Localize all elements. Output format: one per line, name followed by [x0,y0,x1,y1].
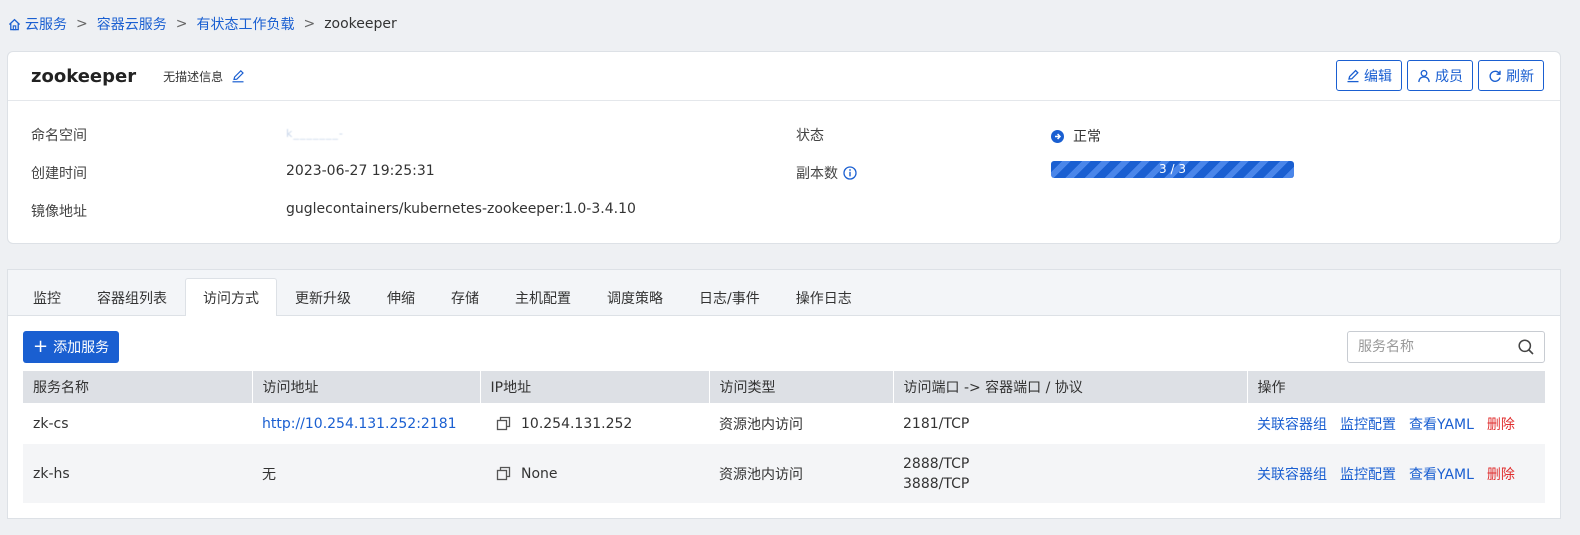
access-type: 资源池内访问 [709,403,893,444]
service-table: 服务名称 访问地址 IP地址 访问类型 访问端口 -> 容器端口 / 协议 操作 zk-c… [23,371,1546,503]
members-button[interactable]: 成员 [1407,60,1473,91]
ip-cell: 10.254.131.252 [480,403,709,444]
replicas-label-text: 副本数 [796,166,838,182]
service-address: 无 [262,466,276,483]
edit-button[interactable]: 编辑 [1336,60,1402,91]
breadcrumb-separator: > [76,16,88,32]
ip-address: None [521,465,558,482]
monitor-config-link[interactable]: 监控配置 [1340,417,1396,433]
service-name: zk-cs [23,403,252,444]
replicas-progress-text: 3 / 3 [1159,162,1186,176]
port-mapping: 2181/TCP [903,415,970,432]
replicas-label: 副本数 [796,163,857,183]
monitor-config-link[interactable]: 监控配置 [1340,467,1396,483]
detail-tab-panel: 监控 容器组列表 访问方式 更新升级 伸缩 存储 主机配置 调度策略 日志/事件 操作日志 + 添… [7,269,1561,519]
breadcrumb-link-stateful-workloads[interactable]: 有状态工作负载 [196,14,294,34]
workload-info-card: zookeeper 无描述信息 编辑 成员 刷新 命名空间 k_______- … [7,51,1561,244]
tab-8[interactable]: 日志/事件 [681,279,778,316]
status-label: 状态 [796,128,824,144]
status-text: 正常 [1073,129,1101,145]
service-address-cell: http://10.254.131.252:2181 [252,403,480,444]
table-row: zk-hs 无 None 资源池内访问 2888/TCP 3888/TCP 关联容器组 监控配… [23,444,1545,503]
column-header: 访问端口 -> 容器端口 / 协议 [893,371,1248,403]
status-value: 正常 [1051,126,1101,146]
delete-link[interactable]: 删除 [1487,467,1515,483]
column-header: 操作 [1247,371,1546,403]
tab-1[interactable]: 容器组列表 [79,279,185,316]
table-row: zk-cs http://10.254.131.252:2181 10.254.13… [23,403,1545,444]
created-time-value: 2023-06-27 19:25:31 [286,163,435,179]
edit-button-label: 编辑 [1364,68,1392,85]
table-header-row: 服务名称 访问地址 IP地址 访问类型 访问端口 -> 容器端口 / 协议 操作 [23,371,1546,403]
service-name: zk-hs [23,444,252,503]
port-cell: 2888/TCP 3888/TCP [893,444,1247,503]
home-icon[interactable] [8,18,21,31]
edit-description-icon[interactable] [231,69,245,83]
view-yaml-link[interactable]: 查看YAML [1409,467,1474,483]
copy-icon[interactable] [496,466,511,481]
replicas-progress-bar: 3 / 3 [1051,161,1294,178]
workload-name: zookeeper [31,65,137,87]
refresh-icon [1489,70,1501,82]
tab-5[interactable]: 存储 [433,279,497,316]
header-actions: 编辑 成员 刷新 [1336,60,1544,91]
breadcrumb-link-cloud-services[interactable]: 云服务 [25,14,67,34]
tab-3[interactable]: 更新升级 [277,279,369,316]
add-service-button[interactable]: + 添加服务 [23,331,120,363]
tab-9[interactable]: 操作日志 [778,279,870,316]
breadcrumb: 云服务 > 容器云服务 > 有状态工作负载 > zookeeper [8,14,397,34]
copy-icon[interactable] [496,416,511,431]
port-mapping: 2888/TCP [903,455,970,472]
table-body: zk-cs http://10.254.131.252:2181 10.254.13… [23,403,1545,503]
info-icon[interactable] [843,166,857,180]
tab-2[interactable]: 访问方式 [185,278,277,316]
image-address-label: 镜像地址 [31,204,87,220]
breadcrumb-current: zookeeper [324,16,397,32]
tab-7[interactable]: 调度策略 [589,279,681,316]
actions-cell: 关联容器组 监控配置 查看YAML 删除 [1247,403,1545,444]
status-running-icon [1051,129,1064,143]
breadcrumb-separator: > [303,16,316,32]
actions-cell: 关联容器组 监控配置 查看YAML 删除 [1247,444,1545,503]
created-time-label: 创建时间 [31,166,87,182]
edit-icon [1347,69,1359,82]
view-yaml-link[interactable]: 查看YAML [1409,417,1474,433]
tab-6[interactable]: 主机配置 [497,279,589,316]
service-search-input[interactable] [1348,332,1517,362]
service-address-link[interactable]: http://10.254.131.252:2181 [262,416,457,432]
service-address-cell: 无 [252,444,480,503]
access-type: 资源池内访问 [709,444,893,503]
ip-address: 10.254.131.252 [521,415,633,432]
plus-icon: + [33,336,49,357]
workload-description: 无描述信息 [163,68,245,85]
members-button-label: 成员 [1435,68,1463,85]
column-header: 访问类型 [709,371,894,403]
namespace-label: 命名空间 [31,128,87,144]
column-header: 访问地址 [252,371,481,403]
breadcrumb-link-container-cloud[interactable]: 容器云服务 [97,14,167,34]
user-icon [1418,69,1430,82]
column-header: 服务名称 [23,371,253,403]
namespace-value: k_______- [286,127,344,140]
tab-bar: 监控 容器组列表 访问方式 更新升级 伸缩 存储 主机配置 调度策略 日志/事件 操作日志 [8,270,1560,316]
breadcrumb-separator: > [175,16,188,32]
info-card-header: zookeeper 无描述信息 编辑 成员 刷新 [8,52,1560,101]
refresh-button[interactable]: 刷新 [1478,60,1544,91]
link-pods-link[interactable]: 关联容器组 [1257,417,1327,433]
refresh-button-label: 刷新 [1506,68,1534,85]
service-search[interactable] [1347,331,1545,363]
link-pods-link[interactable]: 关联容器组 [1257,467,1327,483]
image-address-value: guglecontainers/kubernetes-zookeeper:1.0… [286,201,636,217]
add-service-label: 添加服务 [53,340,110,356]
tab-0[interactable]: 监控 [15,279,79,316]
port-mapping: 3888/TCP [903,475,970,492]
column-header: IP地址 [480,371,710,403]
description-text: 无描述信息 [163,69,224,84]
tab-4[interactable]: 伸缩 [369,279,433,316]
ip-cell: None [480,444,709,503]
search-icon[interactable] [1517,338,1535,356]
delete-link[interactable]: 删除 [1487,417,1515,433]
port-cell: 2181/TCP [893,403,1247,444]
